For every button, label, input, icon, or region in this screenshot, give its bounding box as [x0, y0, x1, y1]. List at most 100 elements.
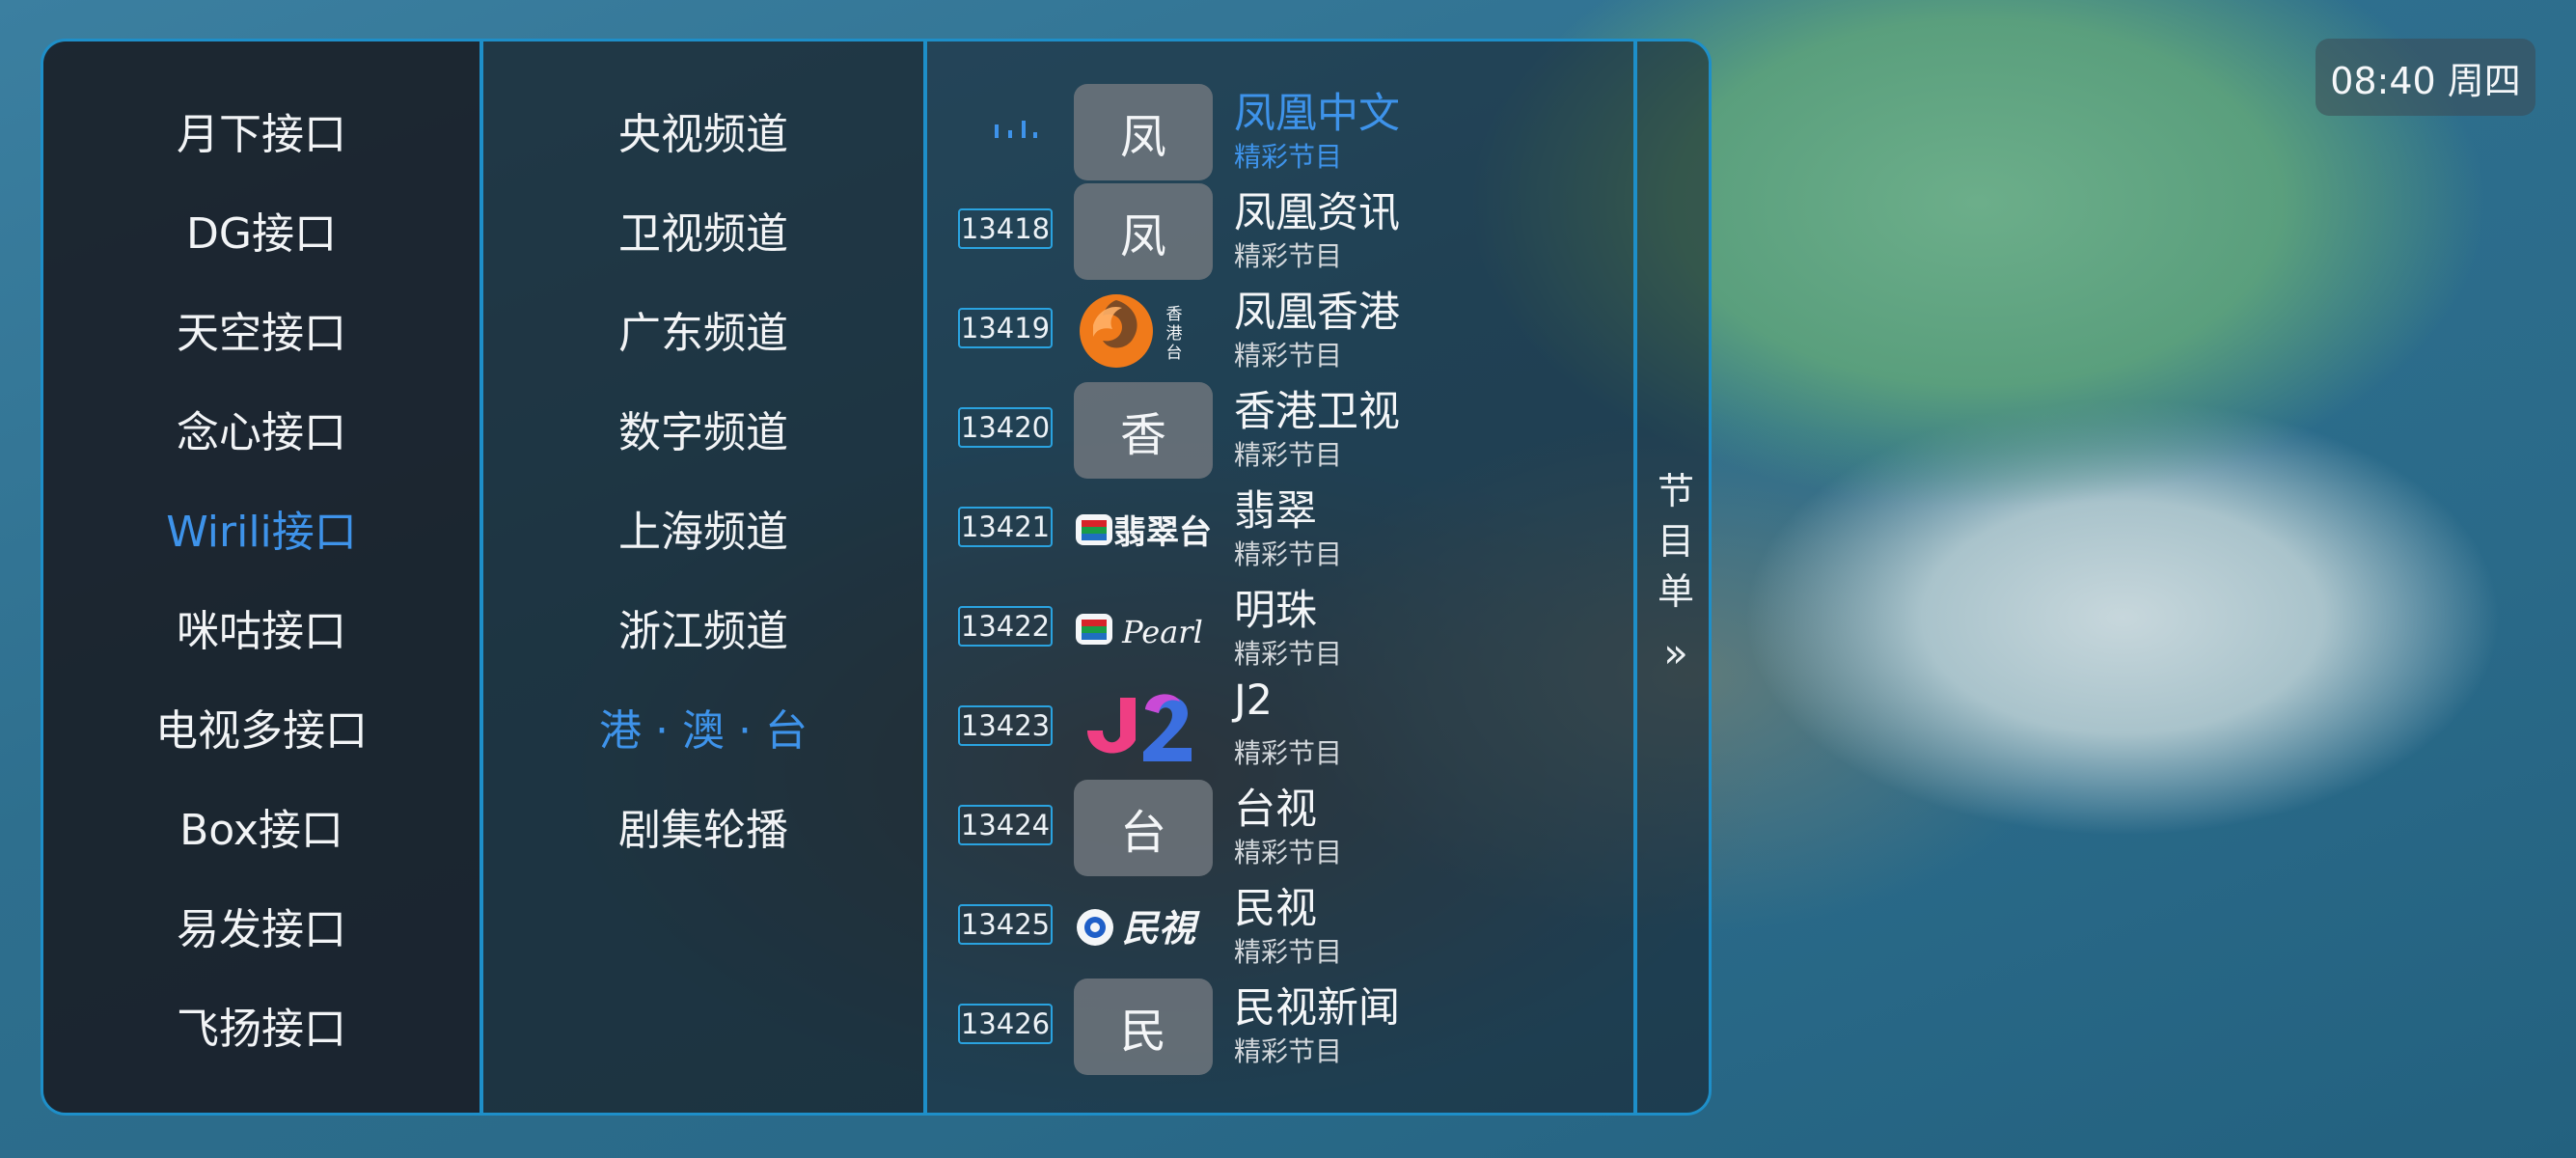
source-label: DG接口 — [186, 209, 337, 259]
channel-number: 13425 — [958, 904, 1053, 945]
channel-name: 明珠 — [1234, 587, 1317, 635]
tvb-jade-logo: 翡翠台 — [1076, 513, 1212, 552]
channel-program: 精彩节目 — [1234, 737, 1343, 769]
channel-logo-placeholder: 民 — [1074, 979, 1213, 1075]
source-item[interactable]: 易发接口 — [43, 887, 480, 964]
category-item[interactable]: 浙江频道 — [483, 589, 923, 666]
channel-number: 13418 — [958, 208, 1053, 249]
channel-row-playing[interactable]: 凤 凤凰中文 精彩节目 — [927, 80, 1637, 180]
channel-name: 翡翠 — [1234, 487, 1317, 536]
channel-row[interactable]: 13421 翡翠台 翡翠 精彩节目 — [927, 478, 1637, 577]
channel-row[interactable]: 13424 台 台视 精彩节目 — [927, 776, 1637, 876]
channel-name: 台视 — [1234, 786, 1317, 834]
source-item[interactable]: 咪咕接口 — [43, 589, 480, 666]
category-item[interactable]: 央视频道 — [483, 92, 923, 169]
svg-text:翡翠台: 翡翠台 — [1113, 513, 1212, 552]
channel-row[interactable]: 13422 Pearl 明珠 精彩节目 — [927, 577, 1637, 676]
category-item[interactable]: 广东频道 — [483, 290, 923, 368]
channel-number: 13424 — [958, 805, 1053, 845]
channel-row[interactable]: 13426 民 民视新闻 精彩节目 — [927, 975, 1637, 1075]
category-item[interactable]: 数字频道 — [483, 390, 923, 467]
channel-program: 精彩节目 — [1234, 340, 1343, 372]
channel-program: 精彩节目 — [1234, 936, 1343, 968]
channel-number: 13423 — [958, 705, 1053, 746]
category-label: 广东频道 — [618, 309, 788, 358]
category-item[interactable]: 卫视频道 — [483, 191, 923, 268]
channel-number: 13420 — [958, 407, 1053, 448]
source-label: 易发接口 — [177, 905, 346, 954]
channel-name: 凤凰资讯 — [1234, 189, 1400, 237]
channel-row[interactable]: 13418 凤 凤凰资讯 精彩节目 — [927, 179, 1637, 280]
channel-row[interactable]: 13419 香 港 台 凤凰香港 精彩节目 — [927, 279, 1637, 378]
epg-char: 单 — [1657, 570, 1694, 613]
channel-program: 精彩节目 — [1234, 638, 1343, 670]
channel-number: 13422 — [958, 606, 1053, 647]
tvb-pearl-logo: Pearl — [1076, 614, 1203, 650]
channel-logo-placeholder: 凤 — [1074, 84, 1213, 180]
source-label: Box接口 — [179, 806, 343, 855]
channel-number: 13426 — [958, 1004, 1053, 1044]
category-label: 数字频道 — [618, 408, 788, 457]
category-item-selected[interactable]: 港 · 澳 · 台 — [483, 688, 923, 765]
channel-program: 精彩节目 — [1234, 141, 1343, 173]
channel-name: 民视 — [1234, 885, 1317, 933]
double-chevron-right-icon: » — [1663, 629, 1688, 676]
channel-name: J2 — [1234, 676, 1274, 725]
source-item[interactable]: 念心接口 — [43, 390, 480, 467]
category-list: 央视频道 卫视频道 广东频道 数字频道 上海频道 浙江频道 港 · 澳 · 台 … — [483, 41, 927, 1113]
channel-program: 精彩节目 — [1234, 240, 1343, 272]
category-item[interactable]: 上海频道 — [483, 489, 923, 566]
svg-text:港: 港 — [1166, 324, 1183, 344]
phoenix-hk-logo: 香 港 台 — [1080, 294, 1183, 368]
epg-label: 节 目 单 » — [1637, 466, 1709, 678]
source-label: 念心接口 — [177, 408, 346, 457]
source-item[interactable]: 月下接口 — [43, 92, 480, 169]
playing-indicator-icon — [991, 119, 1039, 138]
channel-program: 精彩节目 — [1234, 1035, 1343, 1067]
channel-number: 13419 — [958, 308, 1053, 348]
source-item[interactable]: Box接口 — [43, 787, 480, 865]
source-item[interactable]: 天空接口 — [43, 290, 480, 368]
source-item[interactable]: 飞扬接口 — [43, 986, 480, 1063]
channel-name: 凤凰中文 — [1234, 90, 1400, 138]
epg-char: 节 — [1657, 470, 1694, 512]
category-label: 卫视频道 — [618, 209, 788, 259]
category-label: 央视频道 — [618, 110, 788, 159]
channel-logo-placeholder: 凤 — [1074, 183, 1213, 280]
channel-row[interactable]: 13425 民視 民视 精彩节目 — [927, 875, 1637, 975]
source-label: 咪咕接口 — [177, 607, 346, 656]
channel-name: 民视新闻 — [1234, 984, 1400, 1033]
source-item[interactable]: DG接口 — [43, 191, 480, 268]
epg-char: 目 — [1657, 520, 1694, 563]
channel-row[interactable]: 13420 香 香港卫视 精彩节目 — [927, 378, 1637, 479]
source-item-selected[interactable]: Wirili接口 — [43, 489, 480, 566]
source-label: 电视多接口 — [155, 706, 368, 756]
svg-text:台: 台 — [1166, 344, 1183, 363]
channel-number: 13421 — [958, 507, 1053, 547]
channel-row[interactable]: 13423 J2 精彩节目 — [927, 676, 1637, 776]
source-label: Wirili接口 — [166, 508, 357, 557]
category-item[interactable]: 剧集轮播 — [483, 787, 923, 865]
source-item[interactable]: 电视多接口 — [43, 688, 480, 765]
j2-logo — [1087, 694, 1192, 761]
category-label: 剧集轮播 — [618, 806, 788, 855]
category-label: 上海频道 — [618, 508, 788, 557]
source-list: 月下接口 DG接口 天空接口 念心接口 Wirili接口 咪咕接口 电视多接口 … — [43, 41, 483, 1113]
channel-name: 凤凰香港 — [1234, 289, 1400, 337]
channel-list: 凤 凤凰中文 精彩节目 13418 凤 凤凰资讯 精彩节目 13419 香 港 … — [927, 41, 1637, 1113]
channel-logo-placeholder: 香 — [1074, 382, 1213, 479]
channel-panel: 月下接口 DG接口 天空接口 念心接口 Wirili接口 咪咕接口 电视多接口 … — [41, 39, 1712, 1116]
ftv-logo: 民視 — [1077, 907, 1200, 950]
channel-program: 精彩节目 — [1234, 439, 1343, 471]
category-label: 浙江频道 — [618, 607, 788, 656]
svg-text:香: 香 — [1166, 305, 1183, 324]
channel-logo-placeholder: 台 — [1074, 780, 1213, 876]
svg-text:民視: 民視 — [1122, 907, 1200, 950]
epg-toggle[interactable]: 节 目 单 » — [1637, 41, 1709, 1113]
channel-name: 香港卫视 — [1234, 388, 1400, 436]
clock: 08:40 周四 — [2316, 39, 2535, 116]
channel-program: 精彩节目 — [1234, 538, 1343, 570]
channel-program: 精彩节目 — [1234, 837, 1343, 868]
source-label: 月下接口 — [177, 110, 346, 159]
source-label: 飞扬接口 — [177, 1005, 346, 1054]
